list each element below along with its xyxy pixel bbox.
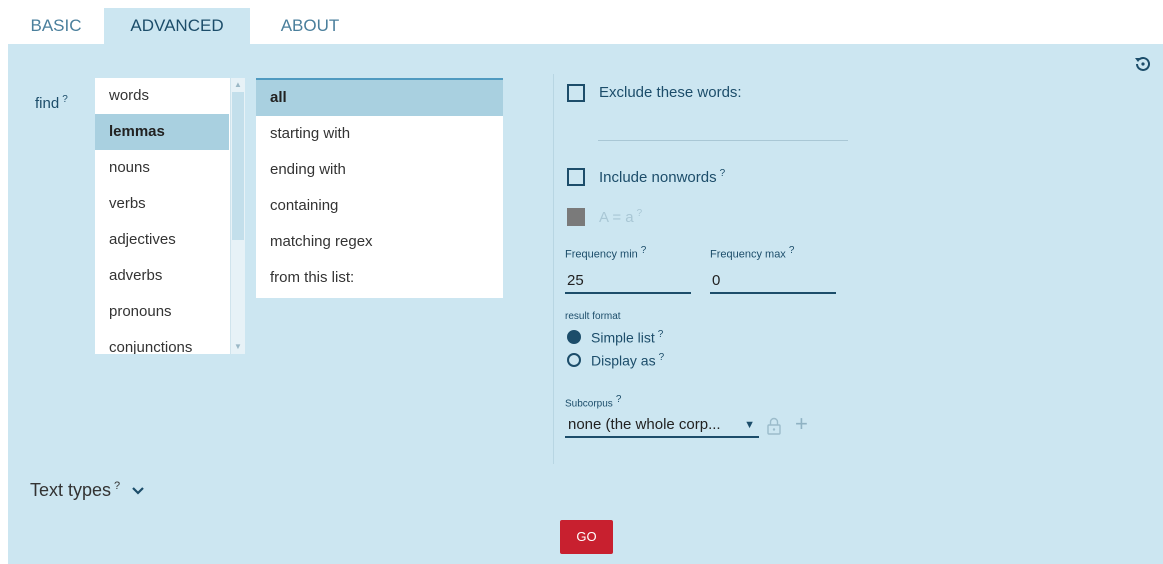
include-nonwords-checkbox[interactable]	[567, 168, 585, 186]
go-button[interactable]: GO	[560, 520, 613, 554]
help-icon[interactable]: ?	[789, 245, 795, 256]
exclude-words-checkbox[interactable]	[567, 84, 585, 102]
list-item-selected[interactable]: lemmas	[95, 114, 229, 150]
tab-about[interactable]: ABOUT	[270, 8, 350, 44]
text-types-toggle[interactable]: Text types?	[30, 480, 145, 501]
word-class-listbox[interactable]: words lemmas nouns verbs adjectives adve…	[95, 78, 245, 354]
lock-icon[interactable]	[767, 417, 781, 435]
list-item[interactable]: verbs	[95, 186, 229, 222]
subcorpus-select[interactable]: none (the whole corp... ▼	[565, 412, 759, 438]
tab-advanced[interactable]: ADVANCED	[104, 8, 250, 46]
help-icon[interactable]: ?	[720, 168, 726, 179]
include-nonwords-label: Include nonwords?	[599, 168, 726, 186]
frequency-min-label: Frequency min?	[565, 245, 647, 261]
help-icon[interactable]: ?	[114, 480, 120, 492]
divider	[553, 74, 554, 464]
find-label: find?	[35, 94, 68, 112]
simple-list-radio[interactable]	[567, 330, 581, 344]
list-item[interactable]: adverbs	[95, 258, 229, 294]
frequency-max-input[interactable]: 0	[710, 268, 836, 294]
display-as-label: Display as?	[591, 352, 665, 369]
case-insensitive-checkbox	[567, 208, 585, 226]
scrollbar[interactable]: ▲ ▼	[230, 78, 245, 354]
caret-down-icon: ▼	[744, 419, 755, 431]
exclude-words-label: Exclude these words:	[599, 84, 742, 101]
list-item[interactable]: ending with	[256, 152, 503, 188]
match-type-listbox[interactable]: all starting with ending with containing…	[256, 78, 503, 298]
scroll-down-icon[interactable]: ▼	[231, 340, 245, 354]
result-format-label: result format	[565, 311, 621, 322]
help-icon[interactable]: ?	[641, 245, 647, 256]
list-item[interactable]: pronouns	[95, 294, 229, 330]
scroll-up-icon[interactable]: ▲	[231, 78, 245, 92]
help-icon[interactable]: ?	[62, 94, 68, 105]
scroll-thumb[interactable]	[232, 92, 244, 240]
case-insensitive-label: A = a?	[599, 208, 643, 226]
list-item-selected[interactable]: all	[256, 80, 503, 116]
help-icon[interactable]: ?	[658, 329, 664, 340]
frequency-min-input[interactable]: 25	[565, 268, 691, 294]
display-as-radio[interactable]	[567, 353, 581, 367]
list-item[interactable]: matching regex	[256, 224, 503, 260]
help-icon[interactable]: ?	[659, 352, 665, 363]
list-item[interactable]: words	[95, 78, 229, 114]
list-item[interactable]: adjectives	[95, 222, 229, 258]
list-item[interactable]: from this list:	[256, 260, 503, 296]
simple-list-label: Simple list?	[591, 329, 664, 346]
tab-bar: BASIC ADVANCED ABOUT	[8, 0, 1163, 46]
reset-icon[interactable]	[1133, 54, 1153, 74]
tab-basic[interactable]: BASIC	[8, 8, 104, 44]
exclude-words-input[interactable]	[598, 120, 848, 141]
list-item[interactable]: containing	[256, 188, 503, 224]
subcorpus-label: Subcorpus?	[565, 394, 622, 410]
subcorpus-value: none (the whole corp...	[568, 416, 721, 433]
chevron-down-icon	[131, 483, 145, 499]
advanced-panel: find? words lemmas nouns verbs adjective…	[8, 44, 1163, 564]
help-icon: ?	[636, 208, 643, 219]
help-icon[interactable]: ?	[616, 394, 622, 405]
list-item[interactable]: nouns	[95, 150, 229, 186]
list-item[interactable]: starting with	[256, 116, 503, 152]
plus-icon[interactable]: +	[795, 412, 808, 436]
list-item[interactable]: conjunctions	[95, 330, 229, 354]
frequency-max-label: Frequency max?	[710, 245, 795, 261]
